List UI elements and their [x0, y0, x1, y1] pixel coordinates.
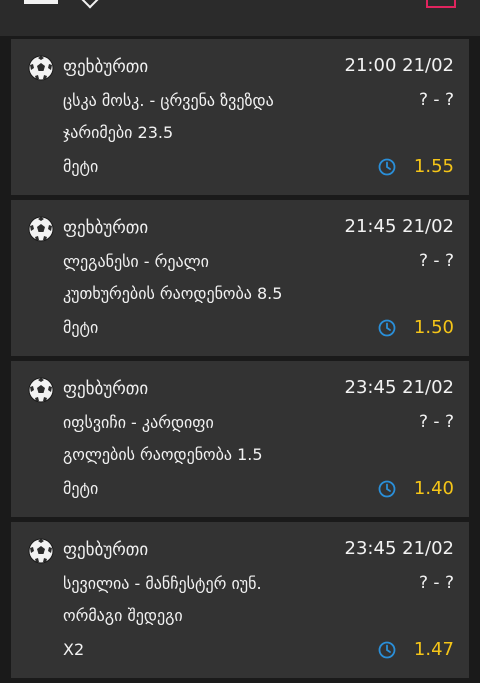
- event-time: 23:45 21/02: [344, 377, 454, 398]
- selection: მეტი: [63, 318, 99, 337]
- sport-label: ფეხბურთი: [63, 540, 149, 560]
- soccer-ball-icon: [28, 377, 54, 403]
- menu-icon[interactable]: [24, 0, 58, 4]
- market-name: გოლების რაოდენობა 1.5: [63, 445, 263, 464]
- selection: მეტი: [63, 157, 99, 176]
- odds-value: 1.55: [413, 156, 454, 177]
- odds-group: 1.50: [378, 317, 454, 338]
- bet-card[interactable]: ფეხბურთი 21:00 21/02 ცსკა მოსკ. - ცრვენა…: [11, 39, 469, 195]
- sport-label: ფეხბურთი: [63, 379, 149, 399]
- market-name: ჯარიმები 23.5: [63, 123, 174, 142]
- match-name: ლეგანესი - რეალი: [63, 252, 209, 271]
- sport-label: ფეხბურთი: [63, 218, 149, 238]
- bet-slip-icon[interactable]: [426, 0, 456, 8]
- selection: მეტი: [63, 479, 99, 498]
- match-name: ცსკა მოსკ. - ცრვენა ზვეზდა: [63, 91, 274, 110]
- bet-card[interactable]: ფეხბურთი 21:45 21/02 ლეგანესი - რეალი ? …: [11, 200, 469, 356]
- odds-group: 1.55: [378, 156, 454, 177]
- match-name: იფსვიჩი - კარდიფი: [63, 413, 214, 432]
- match-name: სევილია - მანჩესტერ იუნ.: [63, 574, 262, 593]
- odds-group: 1.47: [378, 639, 454, 660]
- market-name: კუთხურების რაოდენობა 8.5: [63, 284, 283, 303]
- bet-card[interactable]: ფეხბურთი 23:45 21/02 სევილია - მანჩესტერ…: [11, 522, 469, 678]
- odds-value: 1.50: [413, 317, 454, 338]
- soccer-ball-icon: [28, 538, 54, 564]
- event-time: 21:45 21/02: [344, 216, 454, 237]
- market-name: ორმაგი შედეგი: [63, 606, 183, 625]
- top-bar: [0, 0, 480, 36]
- score: ? - ?: [419, 412, 454, 432]
- score: ? - ?: [419, 573, 454, 593]
- odds-value: 1.47: [413, 639, 454, 660]
- clock-icon: [378, 641, 396, 658]
- sport-label: ფეხბურთი: [63, 57, 149, 77]
- score: ? - ?: [419, 90, 454, 110]
- chevron-down-icon[interactable]: [81, 0, 99, 9]
- event-time: 21:00 21/02: [344, 55, 454, 76]
- event-time: 23:45 21/02: [344, 538, 454, 559]
- clock-icon: [378, 319, 396, 336]
- bet-list: ფეხბურთი 21:00 21/02 ცსკა მოსკ. - ცრვენა…: [11, 39, 469, 683]
- clock-icon: [378, 158, 396, 175]
- clock-icon: [378, 480, 396, 497]
- soccer-ball-icon: [28, 55, 54, 81]
- soccer-ball-icon: [28, 216, 54, 242]
- score: ? - ?: [419, 251, 454, 271]
- selection: X2: [63, 640, 85, 659]
- bet-card[interactable]: ფეხბურთი 23:45 21/02 იფსვიჩი - კარდიფი ?…: [11, 361, 469, 517]
- odds-value: 1.40: [413, 478, 454, 499]
- odds-group: 1.40: [378, 478, 454, 499]
